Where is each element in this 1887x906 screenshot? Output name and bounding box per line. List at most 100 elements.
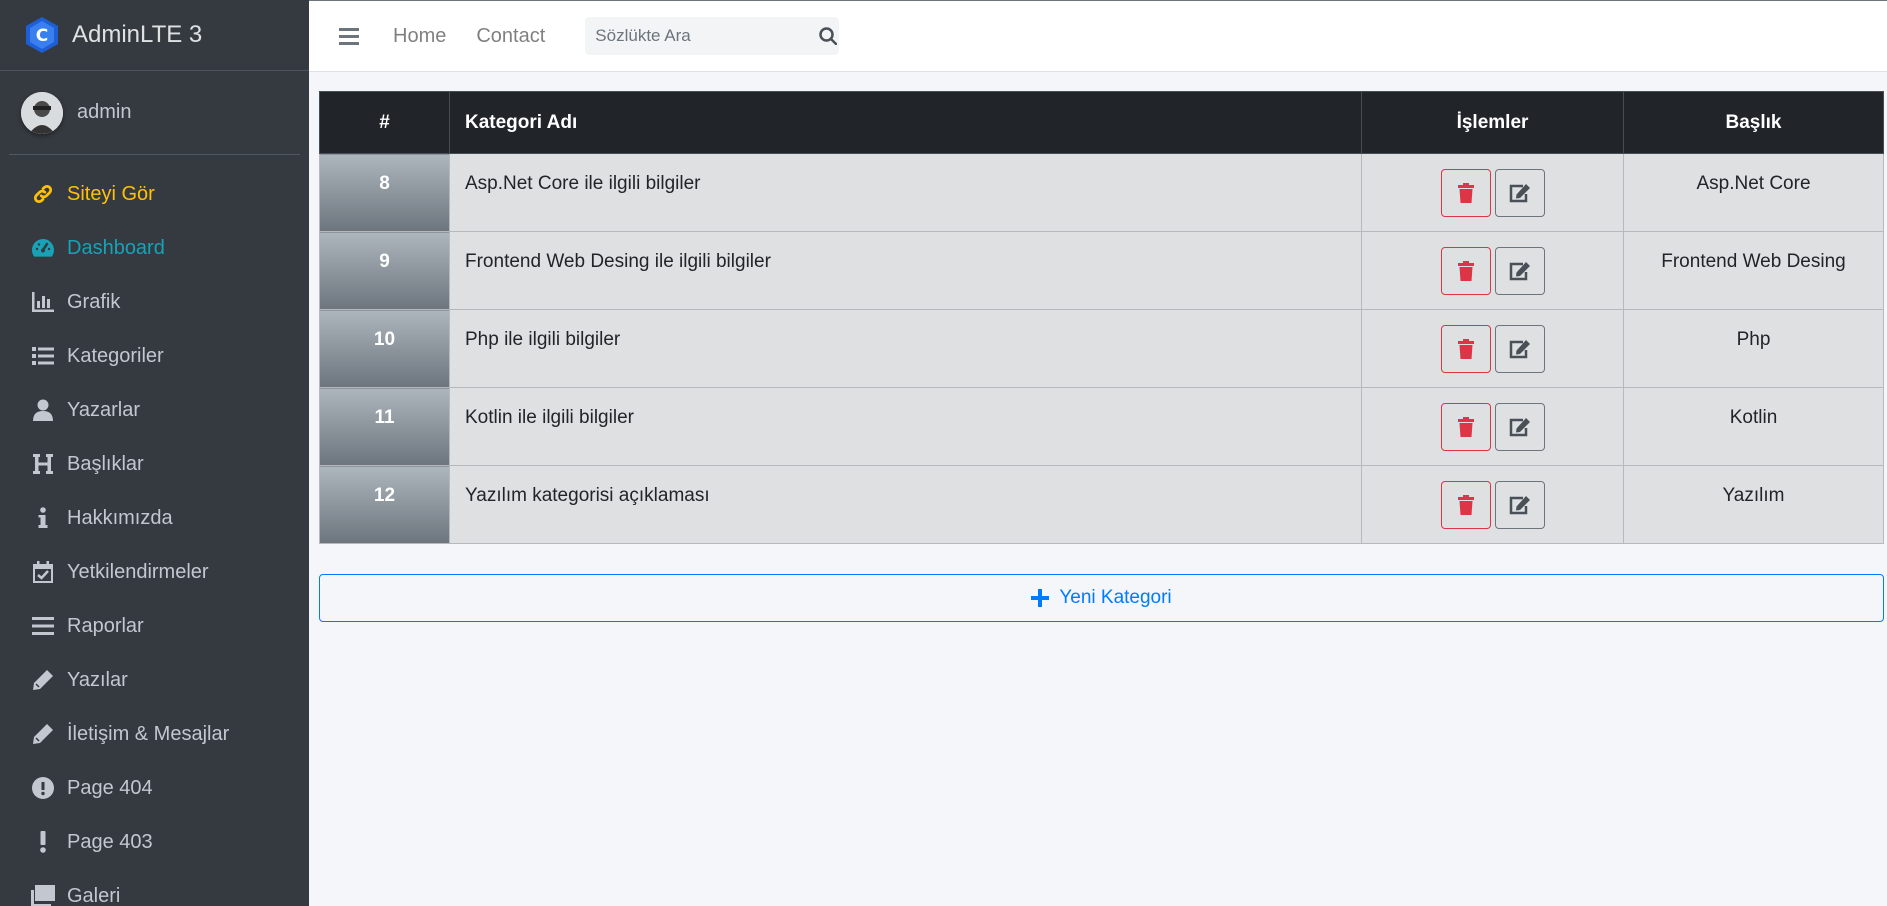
edit-button[interactable] bbox=[1494, 403, 1545, 451]
search-box bbox=[585, 17, 840, 55]
sidebar-item-siteyi-gor[interactable]: Siteyi Gör bbox=[0, 167, 309, 221]
table-row: 10 Php ile ilgili bilgiler Php bbox=[319, 309, 1884, 388]
exclamation-icon bbox=[30, 829, 56, 855]
row-title: Kotlin bbox=[1623, 387, 1884, 466]
sidebar-item-yetkilendirmeler[interactable]: Yetkilendirmeler bbox=[0, 545, 309, 599]
row-actions bbox=[1361, 387, 1624, 466]
edit-icon bbox=[1509, 184, 1530, 203]
new-category-button[interactable]: Yeni Kategori bbox=[319, 574, 1884, 622]
column-header-id: # bbox=[319, 91, 450, 154]
sidebar-item-label: İletişim & Mesajlar bbox=[67, 722, 230, 745]
edit-icon bbox=[1509, 496, 1530, 515]
row-actions bbox=[1361, 309, 1624, 388]
trash-icon bbox=[1457, 417, 1474, 437]
sidebar-item-label: Dashboard bbox=[67, 236, 165, 259]
row-id: 11 bbox=[319, 387, 450, 466]
info-icon bbox=[30, 505, 56, 531]
avatar bbox=[21, 91, 63, 134]
row-name: Php ile ilgili bilgiler bbox=[449, 309, 1362, 388]
delete-button[interactable] bbox=[1440, 247, 1491, 295]
delete-button[interactable] bbox=[1440, 481, 1491, 529]
sidebar-item-hakkimizda[interactable]: Hakkımızda bbox=[0, 491, 309, 545]
svg-text:C: C bbox=[36, 26, 48, 46]
tachometer-icon bbox=[30, 235, 56, 261]
delete-button[interactable] bbox=[1440, 403, 1491, 451]
nav-link-contact[interactable]: Contact bbox=[476, 25, 545, 48]
trash-icon bbox=[1457, 339, 1474, 359]
row-actions bbox=[1361, 153, 1624, 232]
pen-icon bbox=[30, 721, 56, 747]
user-panel[interactable]: admin bbox=[9, 71, 300, 155]
column-header-actions: İşlemler bbox=[1361, 91, 1624, 154]
bar-chart-icon bbox=[30, 289, 56, 315]
table-row: 8 Asp.Net Core ile ilgili bilgiler Asp.N… bbox=[319, 153, 1884, 232]
row-name: Asp.Net Core ile ilgili bilgiler bbox=[449, 153, 1362, 232]
edit-icon bbox=[1509, 262, 1530, 281]
row-title: Asp.Net Core bbox=[1623, 153, 1884, 232]
sidebar-item-raporlar[interactable]: Raporlar bbox=[0, 599, 309, 653]
main-sidebar: C AdminLTE 3 admin Siteyi Gör Dashboard … bbox=[0, 0, 309, 906]
sidebar-item-basliklar[interactable]: Başlıklar bbox=[0, 437, 309, 491]
search-input[interactable] bbox=[585, 17, 817, 55]
row-id: 9 bbox=[319, 231, 450, 310]
sidebar-item-label: Page 404 bbox=[67, 776, 153, 799]
sidebar-item-label: Raporlar bbox=[67, 614, 144, 637]
trash-icon bbox=[1457, 261, 1474, 281]
sidebar-item-label: Yazılar bbox=[67, 668, 128, 691]
row-name: Yazılım kategorisi açıklaması bbox=[449, 465, 1362, 544]
sidebar-nav: Siteyi Gör Dashboard Grafik Kategoriler … bbox=[0, 155, 309, 906]
menu-toggle-icon[interactable] bbox=[335, 22, 363, 50]
delete-button[interactable] bbox=[1440, 169, 1491, 217]
sidebar-item-page-403[interactable]: Page 403 bbox=[0, 815, 309, 869]
edit-button[interactable] bbox=[1494, 481, 1545, 529]
sidebar-item-label: Hakkımızda bbox=[67, 506, 173, 529]
sidebar-item-page-404[interactable]: Page 404 bbox=[0, 761, 309, 815]
table-row: 11 Kotlin ile ilgili bilgiler Kotlin bbox=[319, 387, 1884, 466]
sidebar-item-label: Başlıklar bbox=[67, 452, 144, 475]
table-row: 9 Frontend Web Desing ile ilgili bilgile… bbox=[319, 231, 1884, 310]
calendar-check-icon bbox=[30, 559, 56, 585]
edit-button[interactable] bbox=[1494, 247, 1545, 295]
sidebar-item-label: Yetkilendirmeler bbox=[67, 560, 209, 583]
sidebar-item-yazilar[interactable]: Yazılar bbox=[0, 653, 309, 707]
heading-icon bbox=[30, 451, 56, 477]
row-id: 12 bbox=[319, 465, 450, 544]
top-navbar: Home Contact bbox=[309, 0, 1887, 72]
sidebar-item-kategoriler[interactable]: Kategoriler bbox=[0, 329, 309, 383]
edit-button[interactable] bbox=[1494, 325, 1545, 373]
sidebar-item-iletisim-mesajlar[interactable]: İletişim & Mesajlar bbox=[0, 707, 309, 761]
table-header-row: # Kategori Adı İşlemler Başlık bbox=[319, 91, 1884, 154]
sidebar-item-label: Yazarlar bbox=[67, 398, 140, 421]
row-title: Yazılım bbox=[1623, 465, 1884, 544]
brand-title: AdminLTE 3 bbox=[72, 21, 203, 48]
user-icon bbox=[30, 397, 56, 423]
sidebar-item-label: Siteyi Gör bbox=[67, 182, 155, 205]
row-id: 10 bbox=[319, 309, 450, 388]
main-content: # Kategori Adı İşlemler Başlık 8 Asp.Net… bbox=[319, 91, 1884, 622]
brand-link[interactable]: C AdminLTE 3 bbox=[0, 0, 309, 71]
pen-icon bbox=[30, 667, 56, 693]
row-actions bbox=[1361, 465, 1624, 544]
sidebar-item-label: Page 403 bbox=[67, 830, 153, 853]
user-name: admin bbox=[77, 101, 132, 123]
delete-button[interactable] bbox=[1440, 325, 1491, 373]
edit-button[interactable] bbox=[1494, 169, 1545, 217]
sidebar-item-galeri[interactable]: Galeri bbox=[0, 869, 309, 906]
brand-logo-icon: C bbox=[23, 16, 61, 54]
edit-icon bbox=[1509, 340, 1530, 359]
new-category-label: Yeni Kategori bbox=[1059, 587, 1172, 608]
table-row: 12 Yazılım kategorisi açıklaması Yazılım bbox=[319, 465, 1884, 544]
sidebar-item-label: Kategoriler bbox=[67, 344, 164, 367]
bars-icon bbox=[30, 613, 56, 639]
sidebar-item-dashboard[interactable]: Dashboard bbox=[0, 221, 309, 275]
sidebar-item-yazarlar[interactable]: Yazarlar bbox=[0, 383, 309, 437]
trash-icon bbox=[1457, 495, 1474, 515]
sidebar-item-grafik[interactable]: Grafik bbox=[0, 275, 309, 329]
nav-link-home[interactable]: Home bbox=[393, 25, 446, 48]
link-icon bbox=[30, 181, 56, 207]
column-header-title: Başlık bbox=[1623, 91, 1884, 154]
list-icon bbox=[30, 343, 56, 369]
search-icon[interactable] bbox=[816, 17, 839, 55]
row-actions bbox=[1361, 231, 1624, 310]
plus-icon bbox=[1031, 589, 1050, 607]
